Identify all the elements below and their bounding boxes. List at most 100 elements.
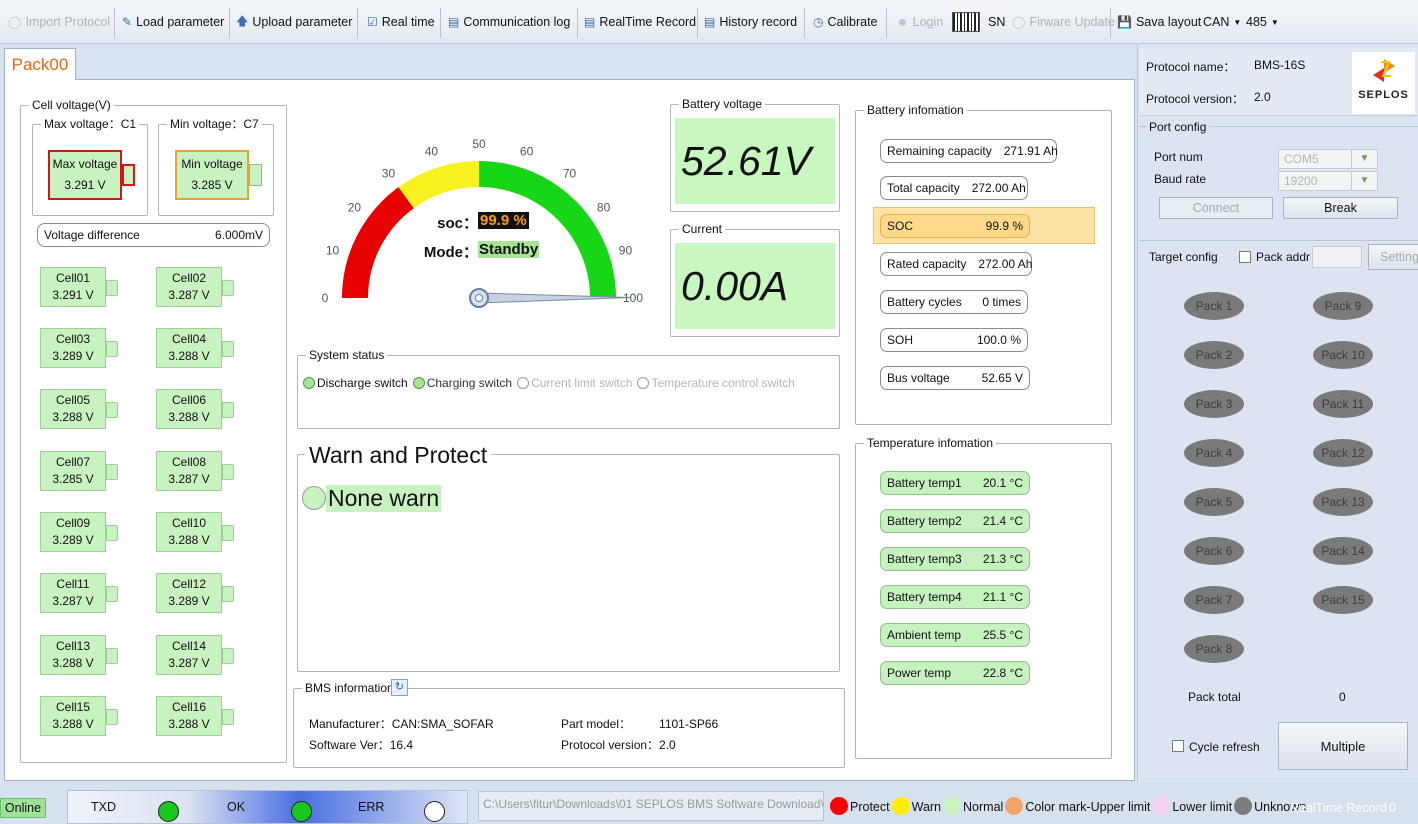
gauge-tick-label: 50: [472, 137, 486, 151]
system-status-title: System status: [306, 348, 388, 362]
firmware-update-button[interactable]: ◯ Firware Update: [1012, 12, 1115, 32]
save-layout-button[interactable]: 💾 Sava layout: [1117, 12, 1201, 32]
dropdown-icon: ▼: [1270, 17, 1279, 27]
cell-name: Cell14: [171, 639, 207, 653]
cell-value: 3.288 V: [168, 717, 210, 731]
toolbar-separator: [440, 8, 441, 38]
pack-button[interactable]: Pack 10: [1313, 341, 1373, 369]
pack-button[interactable]: Pack 14: [1313, 537, 1373, 565]
checkbox-icon: ☑: [367, 15, 378, 29]
battery-terminal: [222, 648, 234, 664]
file-path-field[interactable]: C:\Users\fitur\Downloads\01 SEPLOS BMS S…: [478, 791, 824, 821]
target-config-divider: [1139, 240, 1418, 241]
bulb-icon: ◯: [8, 15, 22, 29]
max-voltage-title: Max voltage：C1: [41, 117, 140, 131]
pack-button[interactable]: Pack 7: [1184, 586, 1244, 614]
pack-button[interactable]: Pack 11: [1313, 390, 1373, 418]
pack-button[interactable]: Pack 2: [1184, 341, 1244, 369]
pack-button[interactable]: Pack 6: [1184, 537, 1244, 565]
pack-button[interactable]: Pack 3: [1184, 390, 1244, 418]
cell-4-battery: Cell04 3.288 V: [156, 328, 234, 368]
cell-15-battery: Cell15 3.288 V: [40, 696, 118, 736]
pack-addr-input[interactable]: [1312, 246, 1362, 268]
current-value: 0.00A: [675, 243, 835, 329]
chevron-down-icon: ▼: [1351, 150, 1377, 168]
battery-info-row: Rated capacity 272.00 Ah: [880, 252, 1032, 276]
battery-terminal: [222, 525, 234, 541]
calibrate-icon: ◷: [813, 15, 824, 29]
cell-8-battery: Cell08 3.287 V: [156, 451, 234, 491]
import-protocol-button[interactable]: ◯ Import Protocol: [8, 12, 110, 32]
communication-log-button[interactable]: ▤ Communication log: [448, 12, 570, 32]
pack-button[interactable]: Pack 4: [1184, 439, 1244, 467]
gauge-tick-label: 10: [326, 243, 340, 257]
chevron-down-icon: ▼: [1351, 172, 1377, 190]
battery-voltage-value: 52.61V: [675, 118, 835, 204]
discharge-switch-indicator: Discharge switch: [303, 376, 408, 390]
gauge-tick-label: 0: [322, 291, 329, 305]
battery-terminal: [249, 164, 262, 186]
upload-parameter-button[interactable]: 🡅 Upload parameter: [236, 12, 352, 32]
battery-info-row: SOC 99.9 %: [880, 214, 1030, 238]
txd-indicator-icon: [158, 801, 179, 822]
pack-button[interactable]: Pack 12: [1313, 439, 1373, 467]
cell-value: 3.289 V: [52, 349, 94, 363]
pack-button[interactable]: Pack 1: [1184, 292, 1244, 320]
software-version-row: Software Ver：16.4: [309, 738, 414, 752]
baud-rate-select[interactable]: 19200 ▼: [1278, 171, 1378, 191]
current-limit-switch-indicator: Current limit switch: [517, 376, 632, 390]
connect-button[interactable]: Connect: [1159, 197, 1273, 219]
cell-11-battery: Cell11 3.287 V: [40, 573, 118, 613]
history-record-button[interactable]: ▤ History record: [704, 12, 797, 32]
cell-name: Cell10: [171, 516, 207, 530]
voltage-difference: Voltage difference 6.000mV: [37, 223, 270, 247]
battery-information-title: Battery infomation: [864, 103, 967, 117]
cell-value: 3.288 V: [52, 717, 94, 731]
realtime-record-button[interactable]: ▤ RealTime Record: [584, 12, 696, 32]
cell-14-battery: Cell14 3.287 V: [156, 635, 234, 675]
cell-name: Cell12: [171, 577, 207, 591]
pack-button[interactable]: Pack 15: [1313, 586, 1373, 614]
can-dropdown[interactable]: CAN ▼: [1203, 12, 1241, 32]
battery-voltage-title: Battery voltage: [679, 97, 766, 111]
battery-info-row: Bus voltage 52.65 V: [880, 366, 1030, 390]
pack-button[interactable]: Pack 9: [1313, 292, 1373, 320]
cell-value: 3.287 V: [168, 472, 210, 486]
battery-info-row: Remaining capacity 271.91 Ah: [880, 139, 1058, 163]
refresh-icon[interactable]: ↻: [391, 679, 408, 696]
cell-name: Cell04: [171, 332, 207, 346]
pack-button[interactable]: Pack 8: [1184, 635, 1244, 663]
login-button[interactable]: ☻ Login: [896, 12, 943, 32]
pack-button[interactable]: Pack 5: [1184, 488, 1244, 516]
gauge-tick-label: 80: [597, 200, 611, 214]
cell-6-battery: Cell06 3.288 V: [156, 389, 234, 429]
temperature-control-switch-indicator: Temperature control switch: [637, 376, 795, 390]
battery-info-row: SOH 100.0 %: [880, 328, 1028, 352]
cell-name: Cell01: [55, 271, 91, 285]
sn-button[interactable]: SN: [952, 12, 1005, 32]
battery-terminal: [106, 648, 118, 664]
pack-button[interactable]: Pack 13: [1313, 488, 1373, 516]
calibrate-button[interactable]: ◷ Calibrate: [813, 12, 878, 32]
tab-pack00[interactable]: Pack00: [4, 48, 76, 80]
485-dropdown[interactable]: 485 ▼: [1246, 12, 1279, 32]
port-config-title: Port config: [1146, 120, 1210, 134]
battery-terminal: [106, 402, 118, 418]
port-num-select[interactable]: COM5 ▼: [1278, 149, 1378, 169]
gauge-tick-label: 70: [563, 166, 577, 180]
current-title: Current: [679, 222, 726, 236]
ok-indicator-icon: [291, 801, 312, 822]
temperature-row: Battery temp1 20.1 °C: [880, 471, 1030, 495]
legend-item: Warn: [891, 797, 941, 815]
setting-button[interactable]: Setting: [1368, 244, 1418, 270]
multiple-button[interactable]: Multiple: [1278, 722, 1408, 770]
pack-total-label: Pack total: [1188, 690, 1241, 704]
legend-item: Color mark-Upper limit: [1005, 797, 1150, 815]
load-parameter-button[interactable]: ✎ Load parameter: [122, 12, 224, 32]
break-button[interactable]: Break: [1283, 197, 1398, 219]
cycle-refresh-checkbox[interactable]: [1172, 740, 1184, 752]
pack-addr-checkbox[interactable]: [1239, 251, 1251, 263]
cell-name: Cell02: [171, 271, 207, 285]
cell-7-battery: Cell07 3.285 V: [40, 451, 118, 491]
real-time-button[interactable]: ☑ Real time: [367, 12, 435, 32]
